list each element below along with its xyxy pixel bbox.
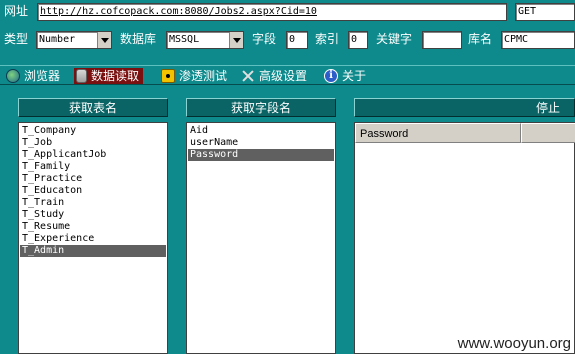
list-item[interactable]: T_Study — [20, 209, 166, 221]
field-input-value: 0 — [289, 34, 296, 45]
keyword-input[interactable] — [422, 31, 462, 49]
dbname-input-value: CPMC — [504, 34, 529, 45]
chevron-down-icon[interactable] — [229, 32, 243, 48]
keyword-label: 关键字 — [376, 32, 413, 46]
results-grid-header: Password — [355, 123, 575, 143]
url-input[interactable]: http://hz.cofcopack.com:8080/Jobs2.aspx?… — [37, 3, 507, 21]
tab-pentest-label: 渗透测试 — [179, 69, 228, 83]
url-text: http://hz.cofcopack.com:8080/Jobs2.aspx?… — [40, 6, 317, 17]
tab-data-read[interactable]: 数据读取 — [74, 68, 144, 84]
list-item[interactable]: T_Resume — [20, 221, 166, 233]
tables-list[interactable]: T_Company T_Job T_ApplicantJob T_Family … — [18, 122, 168, 354]
type-select[interactable]: Number — [36, 31, 112, 49]
database-label: 数据库 — [120, 32, 157, 46]
database-select[interactable]: MSSQL — [166, 31, 244, 49]
tab-data-read-label: 数据读取 — [91, 69, 140, 83]
field-label: 字段 — [252, 32, 277, 46]
list-item[interactable]: T_Educaton — [20, 185, 166, 197]
results-grid[interactable]: Password — [354, 122, 575, 354]
list-item[interactable]: T_Family — [20, 161, 166, 173]
list-item[interactable]: userName — [188, 137, 334, 149]
tools-icon — [241, 69, 255, 83]
type-label: 类型 — [4, 32, 29, 46]
dbname-label: 库名 — [468, 32, 493, 46]
list-item[interactable]: T_Train — [20, 197, 166, 209]
type-select-value: Number — [39, 34, 76, 45]
tab-about-label: 关于 — [342, 69, 367, 83]
stop-button[interactable]: 停止 — [354, 98, 575, 117]
list-item[interactable]: T_ApplicantJob — [20, 149, 166, 161]
field-input[interactable]: 0 — [286, 31, 308, 49]
info-icon: i — [324, 69, 338, 83]
index-label: 索引 — [315, 32, 340, 46]
get-fields-button[interactable]: 获取字段名 — [186, 98, 336, 117]
url-label: 网址 — [4, 4, 29, 18]
list-item-selected[interactable]: T_Admin — [20, 245, 166, 257]
list-item-selected[interactable]: Password — [188, 149, 334, 161]
list-item[interactable]: T_Experience — [20, 233, 166, 245]
tab-advanced-settings[interactable]: 高级设置 — [241, 68, 307, 84]
tab-about[interactable]: i 关于 — [324, 68, 366, 84]
index-input[interactable]: 0 — [348, 31, 368, 49]
data-read-panel: 获取表名 T_Company T_Job T_ApplicantJob T_Fa… — [0, 85, 575, 354]
database-select-value: MSSQL — [169, 34, 200, 45]
tab-browser-label: 浏览器 — [24, 69, 61, 83]
tab-pentest[interactable]: 渗透测试 — [161, 68, 227, 84]
get-tables-button[interactable]: 获取表名 — [18, 98, 168, 117]
watermark-text: www.wooyun.org — [457, 335, 571, 352]
method-text: GET — [518, 6, 537, 17]
globe-icon — [6, 69, 20, 83]
main-tab-bar: 浏览器 数据读取 渗透测试 高级设置 i 关于 — [0, 65, 575, 85]
database-icon — [76, 69, 87, 83]
radiation-icon — [161, 69, 175, 83]
chevron-down-icon[interactable] — [97, 32, 111, 48]
column-header-password[interactable]: Password — [355, 123, 521, 143]
dbname-input[interactable]: CPMC — [501, 31, 575, 49]
method-input[interactable]: GET — [515, 3, 575, 21]
tab-browser[interactable]: 浏览器 — [6, 68, 60, 84]
list-item[interactable]: T_Practice — [20, 173, 166, 185]
tab-advanced-settings-label: 高级设置 — [259, 69, 308, 83]
column-header-empty[interactable] — [521, 123, 575, 143]
list-item[interactable]: T_Company — [20, 125, 166, 137]
list-item[interactable]: T_Job — [20, 137, 166, 149]
index-input-value: 0 — [351, 34, 358, 45]
list-item[interactable]: Aid — [188, 125, 334, 137]
fields-list[interactable]: Aid userName Password — [186, 122, 336, 354]
